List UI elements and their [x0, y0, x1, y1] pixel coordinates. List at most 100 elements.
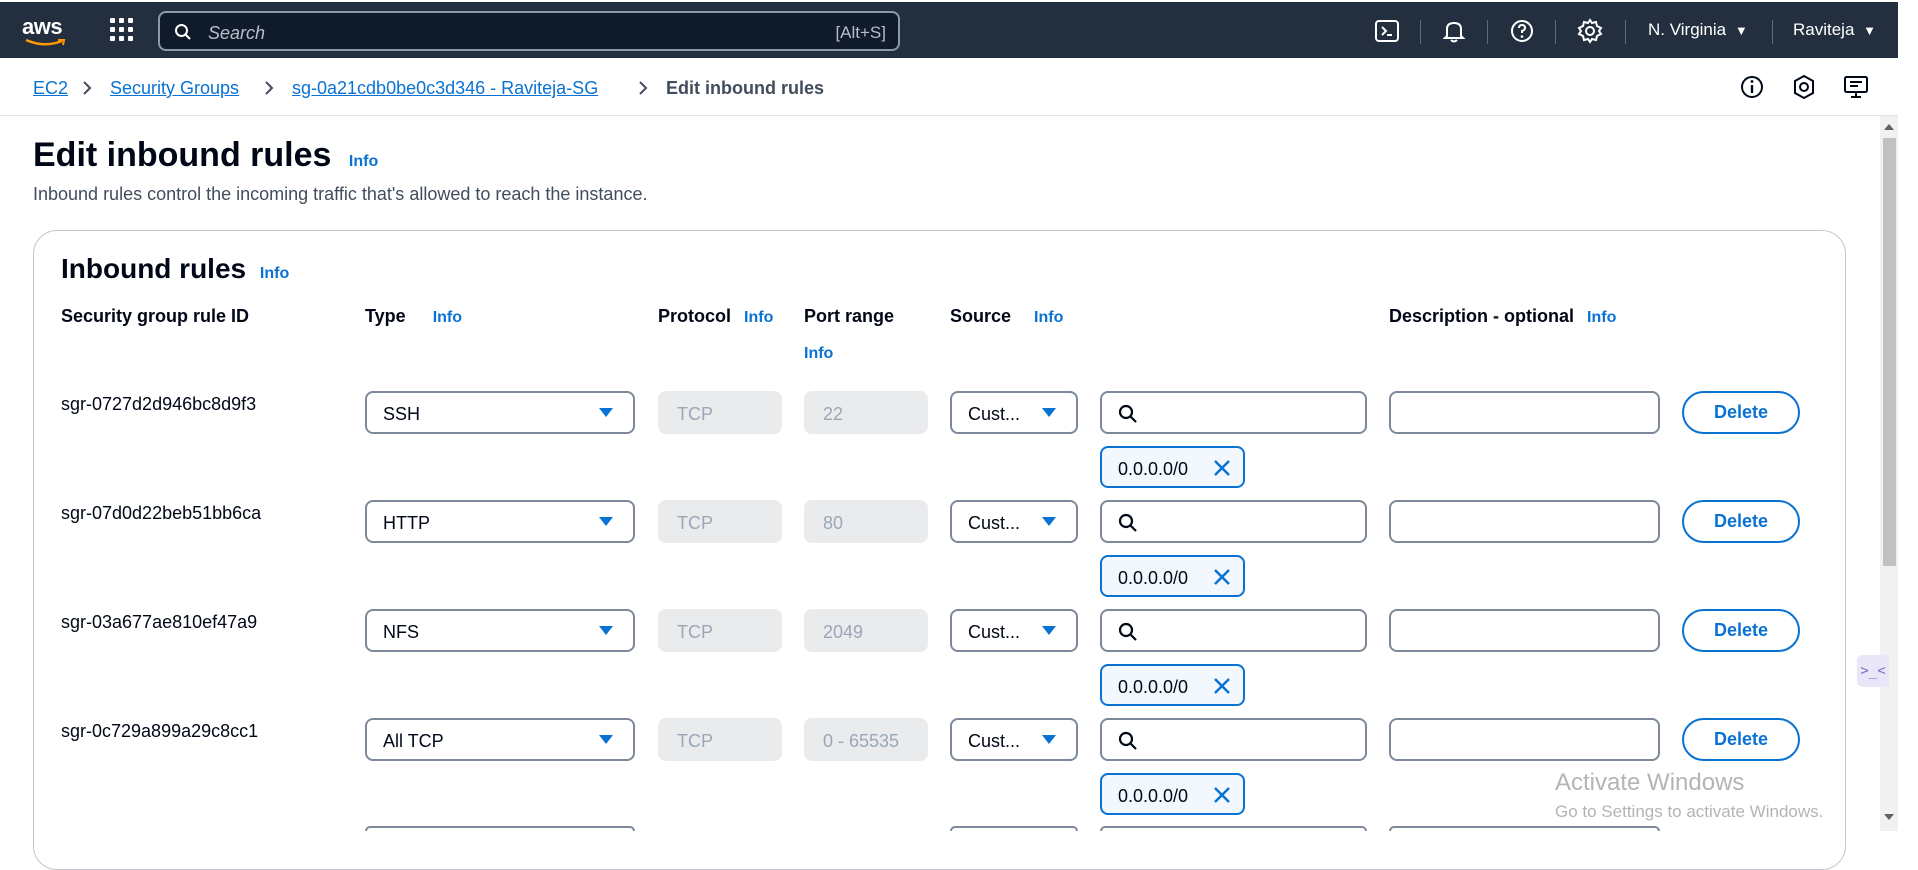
type-select[interactable]: NFS — [365, 609, 635, 652]
page-scrollbar-thumb[interactable] — [1883, 138, 1896, 566]
description-input[interactable] — [1389, 500, 1660, 543]
cidr-value: 0.0.0.0/0 — [1118, 459, 1189, 479]
search-icon — [1118, 731, 1137, 750]
delete-button[interactable]: Delete — [1682, 609, 1800, 652]
caret-down-icon: ▼ — [1734, 23, 1748, 38]
region-selector[interactable]: N. Virginia ▼ — [1648, 20, 1748, 40]
inbound-info-link[interactable]: Info — [260, 265, 289, 282]
col-header-port-label: Port range — [804, 306, 895, 326]
source-type-select[interactable]: Cust... — [950, 609, 1078, 652]
source-type-select[interactable]: Cust... — [950, 718, 1078, 761]
source-search-input[interactable] — [1100, 718, 1367, 761]
close-icon[interactable] — [1213, 568, 1231, 586]
type-select[interactable]: All TCP — [365, 718, 635, 761]
type-info-link[interactable]: Info — [433, 309, 462, 326]
col-header-description: Description - optional Info — [1389, 306, 1616, 327]
scroll-down-icon[interactable] — [1883, 812, 1895, 822]
type-select[interactable]: HTTP — [365, 500, 635, 543]
source-search-input[interactable] — [1100, 609, 1367, 652]
port-range-field: 0 - 65535 — [804, 718, 928, 761]
breadcrumb-ec2[interactable]: EC2 — [33, 78, 68, 99]
description-input[interactable] — [1389, 391, 1660, 434]
rule-id: sgr-07d0d22beb51bb6ca — [61, 503, 262, 523]
description-input[interactable] — [1389, 609, 1660, 652]
info-circle-icon[interactable] — [1739, 74, 1765, 100]
inbound-rules-title: Inbound rules Info — [61, 253, 289, 285]
next-row-source-select[interactable] — [950, 826, 1078, 831]
port-info-link[interactable]: Info — [804, 345, 833, 363]
rule-id: sgr-0c729a899a29c8cc1 — [61, 721, 259, 741]
source-search-input[interactable] — [1100, 391, 1367, 434]
caret-down-icon — [1042, 735, 1056, 744]
port-value: 80 — [823, 513, 844, 533]
protocol-field: TCP — [658, 718, 782, 761]
protocol-value: TCP — [677, 731, 713, 751]
services-grid-icon[interactable] — [110, 18, 134, 42]
source-type-select[interactable]: Cust... — [950, 500, 1078, 543]
search-bar[interactable]: Search [Alt+S] — [158, 11, 900, 51]
source-type-value: Cust... — [968, 731, 1021, 751]
delete-button[interactable]: Delete — [1682, 391, 1800, 434]
protocol-value: TCP — [677, 404, 713, 424]
close-icon[interactable] — [1213, 677, 1231, 695]
protocol-info-link[interactable]: Info — [744, 309, 773, 326]
source-search-input[interactable] — [1100, 500, 1367, 543]
notifications-hex-icon[interactable] — [1791, 74, 1817, 100]
type-value: NFS — [383, 622, 419, 642]
breadcrumb-security-groups[interactable]: Security Groups — [110, 78, 239, 99]
caret-down-icon — [1042, 517, 1056, 526]
next-row-type-select[interactable] — [365, 826, 635, 831]
type-value: SSH — [383, 404, 421, 424]
close-icon[interactable] — [1213, 786, 1231, 804]
next-row-source-input[interactable] — [1100, 826, 1367, 831]
cidr-value: 0.0.0.0/0 — [1118, 786, 1189, 806]
search-icon — [1118, 513, 1137, 532]
breadcrumb-current: Edit inbound rules — [666, 78, 824, 98]
type-select[interactable]: SSH — [365, 391, 635, 434]
screen-feedback-icon[interactable] — [1843, 74, 1869, 100]
source-type-value: Cust... — [968, 513, 1021, 533]
source-info-link[interactable]: Info — [1034, 309, 1063, 326]
side-panel-toggle-icon[interactable]: >_< — [1857, 655, 1889, 687]
aws-logo[interactable]: aws — [22, 14, 66, 46]
window-edge — [1898, 0, 1918, 831]
breadcrumb-security-group[interactable]: sg-0a21cdb0be0c3d346 - Raviteja-SG — [292, 78, 598, 99]
scroll-up-icon[interactable] — [1883, 122, 1895, 132]
page-info-link[interactable]: Info — [349, 153, 378, 170]
region-label: N. Virginia — [1648, 20, 1727, 39]
breadcrumb-bar — [0, 58, 1898, 116]
next-row-description-input[interactable] — [1389, 826, 1660, 831]
source-type-value: Cust... — [968, 404, 1021, 424]
delete-button[interactable]: Delete — [1682, 718, 1800, 761]
nav-divider — [1772, 20, 1773, 44]
description-input[interactable] — [1389, 718, 1660, 761]
type-value: HTTP — [383, 513, 430, 533]
cidr-token: 0.0.0.0/0 — [1100, 773, 1245, 815]
nav-divider — [1420, 20, 1421, 44]
source-type-select[interactable]: Cust... — [950, 391, 1078, 434]
chevron-right-icon — [639, 81, 648, 95]
delete-button[interactable]: Delete — [1682, 500, 1800, 543]
port-value: 2049 — [823, 622, 864, 642]
rule-id: sgr-03a677ae810ef47a9 — [61, 612, 258, 632]
close-icon[interactable] — [1213, 459, 1231, 477]
cloudshell-icon[interactable] — [1374, 18, 1400, 44]
col-header-type-label: Type — [365, 306, 406, 326]
search-shortcut: [Alt+S] — [835, 23, 886, 42]
user-menu[interactable]: Raviteja ▼ — [1793, 20, 1876, 40]
windows-watermark-subtitle: Go to Settings to activate Windows. — [1555, 802, 1824, 821]
inbound-rules-title-text: Inbound rules — [61, 253, 247, 284]
bell-icon[interactable] — [1441, 18, 1467, 44]
protocol-value: TCP — [677, 513, 713, 533]
user-label: Raviteja — [1793, 20, 1855, 39]
help-icon[interactable] — [1509, 18, 1535, 44]
search-placeholder: Search — [208, 23, 266, 43]
port-range-field: 80 — [804, 500, 928, 543]
description-info-link[interactable]: Info — [1587, 309, 1616, 326]
search-icon — [1118, 622, 1137, 641]
port-range-field: 22 — [804, 391, 928, 434]
chevron-right-icon — [83, 81, 92, 95]
nav-divider — [1487, 20, 1488, 44]
col-header-protocol-label: Protocol — [658, 306, 732, 326]
gear-icon[interactable] — [1577, 18, 1603, 44]
